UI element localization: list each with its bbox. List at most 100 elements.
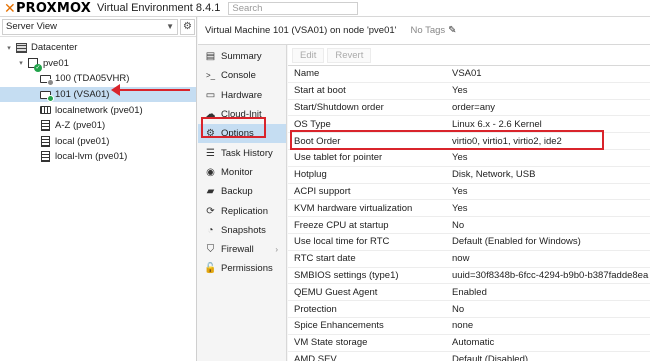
permissions-icon: 🔓 [204,263,217,275]
option-key: VM State storage [294,337,368,349]
option-value: Automatic [452,337,495,349]
tree-node[interactable]: local (pve01) [0,134,196,150]
storage-icon-shape [40,120,50,132]
menu-item-backup[interactable]: ▰ Backup [198,182,286,201]
menu-item-label: Permissions [221,263,273,275]
option-row[interactable]: Name VSA01 [288,66,650,83]
option-row[interactable]: SMBIOS settings (type1) uuid=30f8348b-6fc… [288,268,650,285]
menu-item-console[interactable]: >_ Console [198,66,286,85]
option-key: SMBIOS settings (type1) [294,269,399,281]
option-value: uuid=30f8348b-6fcc-4294-b9b0-b387fadde8e… [452,269,649,281]
edit-button[interactable]: Edit [292,47,325,63]
option-key: Boot Order [294,135,341,147]
option-row[interactable]: Protection No [288,301,650,318]
content-title-bar: Virtual Machine 101 (VSA01) on node 'pve… [198,17,650,45]
menu-item-label: Snapshots [221,224,266,236]
option-row[interactable]: Hotplug Disk, Network, USB [288,167,650,184]
menu-item-monitor[interactable]: ◉ Monitor [198,163,286,182]
top-header: ✕ PROXMOX Virtual Environment 8.4.1 Sear… [0,0,650,17]
storage-icon-shape [40,151,50,163]
tree-node-label: local-lvm (pve01) [55,151,128,163]
option-value: Yes [452,185,468,197]
menu-item-label: Firewall [221,244,254,256]
option-value: Yes [452,85,468,97]
expand-toggle-icon[interactable]: ▾ [16,59,26,67]
option-row[interactable]: Use local time for RTC Default (Enabled f… [288,234,650,251]
server-view-select[interactable]: Server View ▼ [2,18,178,35]
revert-button[interactable]: Revert [327,47,372,63]
option-row[interactable]: ACPI support Yes [288,184,650,201]
option-value: order=any [452,101,496,113]
option-value: Enabled [452,286,487,298]
option-value: Yes [452,202,468,214]
chevron-down-icon: ▼ [166,22,174,31]
menu-item-replication[interactable]: ⟳ Replication [198,201,286,220]
option-key: Start at boot [294,85,346,97]
option-row[interactable]: Boot Order virtio0, virtio1, virtio2, ide… [288,133,650,150]
host-icon [26,57,42,73]
resource-tree-panel: Server View ▼ ⚙ ▾ Datacenter ▾ pve01 100 (TD… [0,17,197,361]
datacenter-icon [14,42,28,54]
vm-stopped-icon-shape [39,74,54,86]
tree-node-label: localnetwork (pve01) [55,104,143,116]
menu-item-cloud-init[interactable]: ☁ Cloud-Init [198,105,286,124]
option-row[interactable]: Start at boot Yes [288,83,650,100]
option-row[interactable]: Use tablet for pointer Yes [288,150,650,167]
option-row[interactable]: AMD SEV Default (Disabled) [288,352,650,361]
option-key: Protection [294,303,337,315]
proxmox-logo[interactable]: ✕ PROXMOX [4,0,91,17]
menu-item-snapshots[interactable]: ◔ Snapshots [198,221,286,240]
tree-node[interactable]: localnetwork (pve01) [0,102,196,118]
option-row[interactable]: VM State storage Automatic [288,335,650,352]
expand-toggle-icon[interactable]: ▾ [4,44,14,52]
tree-node[interactable]: ▾ pve01 [0,56,196,73]
tree-node[interactable]: A-Z (pve01) [0,118,196,134]
option-key: Freeze CPU at startup [294,219,389,231]
option-row[interactable]: KVM hardware virtualization Yes [288,200,650,218]
gear-icon[interactable]: ⚙ [180,18,195,35]
gear-icon: ⚙ [206,128,215,140]
option-value: Yes [452,152,468,164]
option-key: KVM hardware virtualization [294,202,413,214]
tree-node-label: Datacenter [31,42,78,54]
tree-node[interactable]: local-lvm (pve01) [0,149,196,165]
tree-node-label: A-Z (pve01) [55,120,106,132]
menu-item-hardware[interactable]: ▭ Hardware [198,86,286,105]
menu-item-label: Summary [221,51,262,63]
network-icon [38,104,52,116]
search-input[interactable]: Search [228,1,359,15]
option-key: AMD SEV [294,353,337,361]
option-value: Default (Disabled) [452,353,529,361]
hardware-icon: ▭ [205,89,216,101]
option-row[interactable]: QEMU Guest Agent Enabled [288,284,650,302]
option-row[interactable]: Spice Enhancements none [288,318,650,335]
menu-item-label: Options [221,128,254,140]
menu-item-summary[interactable]: ▤ Summary [198,47,286,66]
pencil-icon[interactable]: ✎ [448,25,456,36]
firewall-icon: ⛉ [206,244,215,256]
option-key: Spice Enhancements [294,320,384,332]
option-row[interactable]: OS Type Linux 6.x - 2.6 Kernel [288,116,650,134]
option-value: Disk, Network, USB [452,169,536,181]
menu-item-label: Task History [221,147,273,159]
options-toolbar: Edit Revert [288,45,650,66]
menu-item-permissions[interactable]: 🔓 Permissions [198,259,286,278]
tree-node[interactable]: ▾ Datacenter [0,40,196,56]
tree-node[interactable]: 100 (TDA05VHR) [0,71,196,87]
menu-item-options[interactable]: ⚙ Options [198,124,286,144]
page-title: Virtual Machine 101 (VSA01) on node 'pve… [205,25,397,36]
datacenter-icon-shape [15,42,27,53]
option-key: Hotplug [294,169,327,181]
option-key: QEMU Guest Agent [294,286,378,298]
option-row[interactable]: Start/Shutdown order order=any [288,100,650,117]
menu-item-task-history[interactable]: ☰ Task History [198,143,286,162]
option-key: Use local time for RTC [294,236,390,248]
tags-editor[interactable]: No Tags ✎ [410,25,456,36]
option-value: virtio0, virtio1, virtio2, ide2 [452,135,562,147]
option-row[interactable]: Freeze CPU at startup No [288,217,650,234]
option-key: OS Type [294,118,331,130]
tree-node-label: 101 (VSA01) [55,89,110,101]
summary-icon: ▤ [205,51,216,63]
option-row[interactable]: RTC start date now [288,251,650,268]
menu-item-firewall[interactable]: ⛉ Firewall › [198,240,286,259]
